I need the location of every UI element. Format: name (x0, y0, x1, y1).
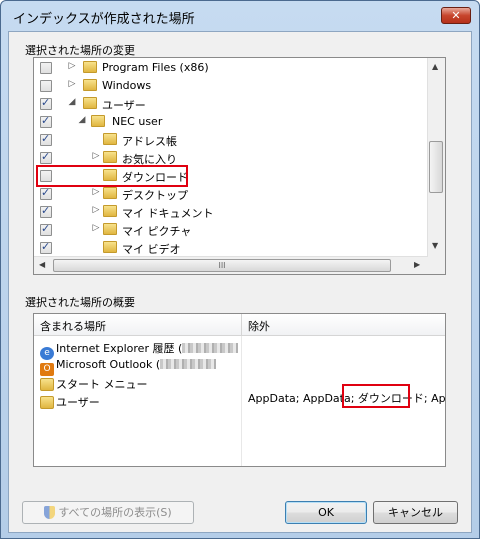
expand-arrow-icon[interactable]: ▷ (91, 187, 101, 197)
folder-icon (40, 378, 54, 391)
tree-row-checkbox[interactable] (40, 240, 52, 254)
summary-row: O Microsoft Outlook ( (40, 358, 217, 376)
redacted-text (182, 343, 239, 353)
tree-row-checkbox[interactable] (40, 114, 52, 128)
horizontal-scroll-thumb[interactable]: III (53, 259, 391, 272)
folder-icon (103, 223, 117, 235)
highlight-excluded-downloads (342, 384, 410, 408)
folder-icon (103, 151, 117, 163)
scroll-right-arrow-icon[interactable]: ▶ (414, 260, 420, 269)
summary-row-label: スタート メニュー (56, 378, 148, 391)
tree-row-label[interactable]: マイ ビデオ (122, 241, 181, 257)
summary-row-label: ユーザー (56, 396, 100, 409)
collapse-arrow-icon[interactable]: ◢ (67, 97, 77, 107)
ok-button[interactable]: OK (285, 501, 367, 524)
tree-row-label[interactable]: ユーザー (102, 97, 146, 113)
summary-row-label: Microsoft Outlook ( (56, 358, 161, 371)
show-all-label: すべての場所の表示(S) (58, 506, 172, 519)
tree-row-checkbox[interactable] (40, 222, 52, 236)
scrollbar-corner (428, 257, 445, 274)
tree-row[interactable]: アドレス帳 (34, 131, 428, 149)
indexed-locations-dialog: インデックスが作成された場所 ✕ 選択された場所の変更 ▷ Program Fil… (0, 0, 480, 539)
folder-icon (83, 61, 97, 73)
tree-row-checkbox[interactable] (40, 204, 52, 218)
tree-row[interactable]: ▷ Program Files (x86) (34, 59, 428, 77)
tree-group-label: 選択された場所の変更 (25, 44, 135, 57)
tree-row[interactable]: ▷ デスクトップ (34, 185, 428, 203)
highlight-downloads-row (36, 165, 188, 187)
location-tree[interactable]: ▷ Program Files (x86) ▷ Windows ◢ ユーザー ◢ NEC us… (33, 57, 446, 275)
tree-row[interactable]: ▷ マイ ピクチャ (34, 221, 428, 239)
folder-icon (103, 187, 117, 199)
folder-icon (40, 396, 54, 409)
folder-icon (103, 205, 117, 217)
tree-row[interactable]: ◢ NEC user (34, 113, 428, 131)
tree-row-label[interactable]: Program Files (x86) (102, 61, 209, 74)
expand-arrow-icon[interactable]: ▷ (91, 205, 101, 215)
tree-row-checkbox[interactable] (40, 150, 52, 164)
tree-row-label[interactable]: Windows (102, 79, 151, 92)
tree-row-label[interactable]: マイ ドキュメント (122, 205, 214, 221)
tree-row-checkbox[interactable] (40, 96, 52, 110)
redacted-text (160, 359, 217, 369)
folder-icon (83, 97, 97, 109)
tree-row-label[interactable]: アドレス帳 (122, 133, 177, 149)
summary-row: ユーザー (40, 394, 100, 410)
column-header-included[interactable]: 含まれる場所 (34, 314, 242, 336)
scroll-left-arrow-icon[interactable]: ◀ (39, 260, 45, 269)
summary-row: e Internet Explorer 履歴 ( (40, 340, 239, 360)
tree-row-checkbox[interactable] (40, 132, 52, 146)
folder-icon (91, 115, 105, 127)
tree-row[interactable]: ▷ Windows (34, 77, 428, 95)
tree-row-label[interactable]: デスクトップ (122, 187, 188, 203)
expand-arrow-icon[interactable]: ▷ (91, 151, 101, 161)
column-header-excluded[interactable]: 除外 (242, 314, 445, 336)
tree-row-label[interactable]: マイ ピクチャ (122, 223, 191, 239)
tree-row[interactable]: ▷ マイ ドキュメント (34, 203, 428, 221)
folder-icon (103, 241, 117, 253)
show-all-locations-button[interactable]: すべての場所の表示(S) (22, 501, 194, 524)
tree-row[interactable]: マイ ビデオ (34, 239, 428, 257)
tree-vertical-scrollbar[interactable]: ▲ ▼ (427, 58, 445, 257)
expand-arrow-icon[interactable]: ▷ (67, 61, 77, 71)
column-separator (241, 336, 242, 466)
excluded-suffix: App... (431, 392, 446, 405)
expand-arrow-icon[interactable]: ▷ (67, 79, 77, 89)
folder-icon (103, 133, 117, 145)
summary-row-label: Internet Explorer 履歴 ( (56, 342, 183, 355)
outlook-icon: O (40, 363, 54, 376)
expand-arrow-icon[interactable]: ▷ (91, 223, 101, 233)
tree-row-label[interactable]: NEC user (112, 115, 162, 128)
window-title: インデックスが作成された場所 (13, 12, 195, 27)
tree-horizontal-scrollbar[interactable]: ◀ III ▶ (34, 256, 428, 274)
summary-group-label: 選択された場所の概要 (25, 296, 135, 309)
collapse-arrow-icon[interactable]: ◢ (77, 115, 87, 125)
tree-row-checkbox[interactable] (40, 186, 52, 200)
tree-row[interactable]: ◢ ユーザー (34, 95, 428, 113)
close-button[interactable]: ✕ (441, 7, 471, 24)
tree-row-checkbox[interactable] (40, 62, 52, 74)
tree-row-checkbox[interactable] (40, 80, 52, 92)
uac-shield-icon (44, 506, 56, 519)
scroll-up-arrow-icon[interactable]: ▲ (432, 62, 438, 71)
folder-icon (83, 79, 97, 91)
cancel-button[interactable]: キャンセル (373, 501, 458, 524)
scroll-down-arrow-icon[interactable]: ▼ (432, 241, 438, 250)
vertical-scroll-thumb[interactable] (429, 141, 443, 193)
title-bar[interactable]: インデックスが作成された場所 ✕ (1, 1, 479, 31)
summary-row: スタート メニュー (40, 376, 148, 392)
